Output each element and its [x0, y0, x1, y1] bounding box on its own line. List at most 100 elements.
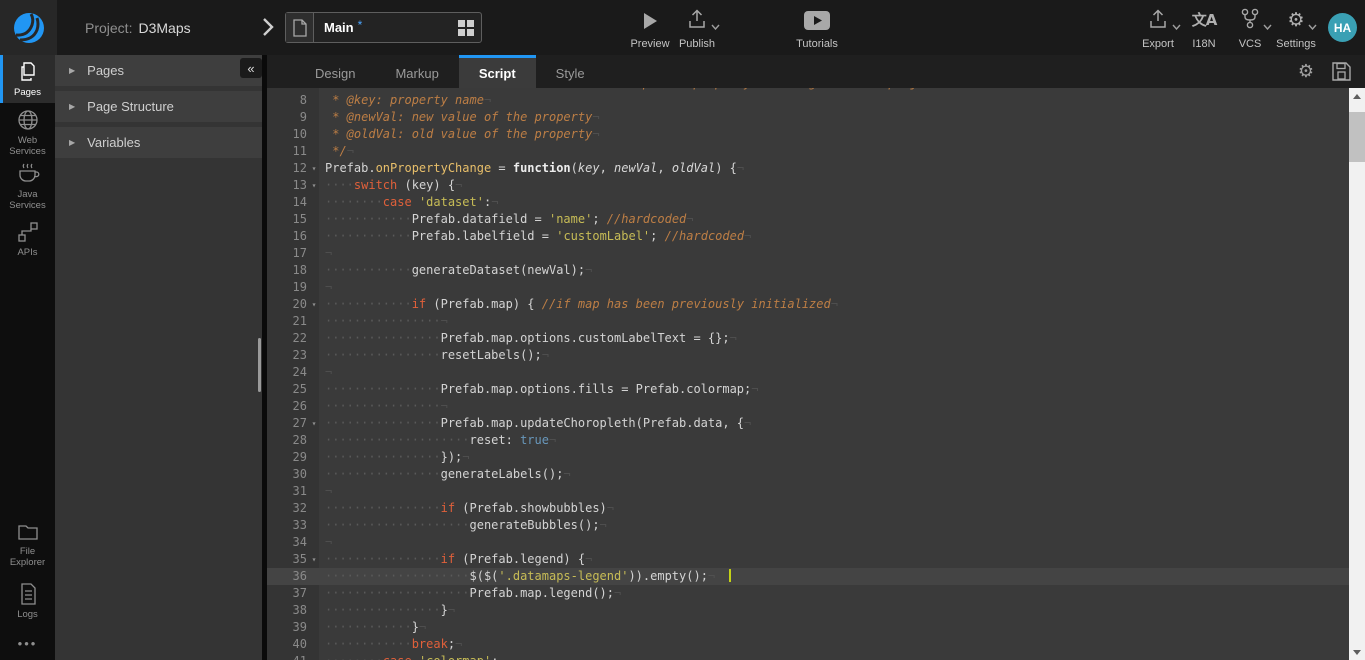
code-line[interactable]: 12▾Prefab.onPropertyChange = function(ke…	[267, 160, 1349, 177]
sidebar-spacer	[0, 263, 55, 518]
sidebar-item-pages[interactable]: Pages	[0, 55, 55, 103]
code-line[interactable]: 16············Prefab.labelfield = 'custo…	[267, 228, 1349, 245]
vcs-button[interactable]: VCS	[1228, 8, 1272, 50]
tab-design[interactable]: Design	[295, 55, 375, 88]
project-breadcrumb: Project: D3Maps	[85, 0, 191, 55]
editor-scrollbar[interactable]	[1349, 88, 1365, 660]
code-line[interactable]: 26················¬	[267, 398, 1349, 415]
code-line[interactable]: 20▾············if (Prefab.map) { //if ma…	[267, 296, 1349, 313]
code-line[interactable]: 10 * @oldVal: old value of the property¬	[267, 126, 1349, 143]
tab-script[interactable]: Script	[459, 55, 536, 88]
code-line[interactable]: 35▾················if (Prefab.legend) {¬	[267, 551, 1349, 568]
folder-icon	[17, 522, 39, 542]
code-line[interactable]: 17¬	[267, 245, 1349, 262]
scroll-up-arrow[interactable]	[1349, 88, 1365, 104]
left-sidebar: Pages Web Services Java Services APIs Fi…	[0, 55, 55, 660]
coffee-icon	[16, 163, 40, 185]
editor-settings-gear-icon[interactable]: ⚙	[1298, 62, 1314, 82]
code-line[interactable]: 40············break;¬	[267, 636, 1349, 653]
file-icon	[286, 13, 314, 42]
code-line[interactable]: 27▾················Prefab.map.updateChor…	[267, 415, 1349, 432]
code-line[interactable]: 29················});¬	[267, 449, 1349, 466]
editor-tab-bar: Design Markup Script Style ⚙	[267, 55, 1365, 88]
export-button[interactable]: Export	[1130, 8, 1186, 50]
sidebar-item-java-services[interactable]: Java Services	[0, 161, 55, 213]
log-file-icon	[18, 583, 38, 605]
code-line[interactable]: 41········case 'colormap':¬	[267, 653, 1349, 660]
chevron-down-icon	[711, 24, 720, 30]
code-line[interactable]: 21················¬	[267, 313, 1349, 330]
code-line[interactable]: 9 * @newVal: new value of the property¬	[267, 109, 1349, 126]
project-label: Project:	[85, 20, 132, 36]
gear-icon: ⚙	[1287, 8, 1304, 30]
translate-icon: 文A	[1192, 8, 1217, 30]
accordion-pages[interactable]: ▶ Pages «	[55, 55, 262, 86]
sidebar-item-file-explorer[interactable]: File Explorer	[0, 518, 55, 572]
code-line[interactable]: 11 */¬	[267, 143, 1349, 160]
accordion-page-structure[interactable]: ▶ Page Structure	[55, 91, 262, 122]
save-icon[interactable]	[1332, 62, 1351, 81]
tutorials-button[interactable]: Tutorials	[785, 8, 849, 50]
more-options-button[interactable]: •••	[0, 626, 55, 660]
code-line[interactable]: 22················Prefab.map.options.cus…	[267, 330, 1349, 347]
youtube-icon	[804, 8, 830, 30]
i18n-button[interactable]: 文A I18N	[1182, 8, 1226, 50]
code-line[interactable]: 33····················generateBubbles();…	[267, 517, 1349, 534]
code-line[interactable]: 30················generateLabels();¬	[267, 466, 1349, 483]
text-cursor	[729, 569, 731, 582]
user-avatar[interactable]: HA	[1328, 13, 1357, 42]
publish-icon	[686, 8, 708, 30]
chevron-down-icon	[1172, 24, 1181, 30]
settings-button[interactable]: ⚙ Settings	[1268, 8, 1324, 50]
editor-scrollbar-thumb[interactable]	[1349, 112, 1365, 162]
triangle-right-icon: ▶	[69, 66, 75, 75]
code-lines: 7 * This function will be invoked whenev…	[267, 88, 1349, 660]
code-editor[interactable]: 7 * This function will be invoked whenev…	[267, 88, 1349, 660]
top-bar: Project: D3Maps Main * Preview Publish T…	[0, 0, 1365, 55]
left-panel: ▶ Pages « ▶ Page Structure ▶ Variables	[55, 55, 262, 660]
code-line[interactable]: 36····················$($('.datamaps-leg…	[267, 568, 1349, 585]
tab-style[interactable]: Style	[536, 55, 605, 88]
publish-button[interactable]: Publish	[668, 8, 726, 50]
code-line[interactable]: 19¬	[267, 279, 1349, 296]
layout-grid-icon[interactable]	[458, 20, 474, 36]
code-line[interactable]: 23················resetLabels();¬	[267, 347, 1349, 364]
triangle-right-icon: ▶	[69, 102, 75, 111]
page-tab-main[interactable]: Main *	[285, 12, 482, 43]
panel-scrollbar-thumb[interactable]	[258, 338, 261, 392]
code-line[interactable]: 25················Prefab.map.options.fil…	[267, 381, 1349, 398]
app-logo[interactable]	[0, 0, 57, 55]
unsaved-indicator: *	[358, 18, 363, 32]
chevron-right-icon	[262, 17, 274, 37]
sidebar-item-logs[interactable]: Logs	[0, 576, 55, 626]
code-line[interactable]: 28····················reset: true¬	[267, 432, 1349, 449]
code-line[interactable]: 24¬	[267, 364, 1349, 381]
tab-markup[interactable]: Markup	[375, 55, 458, 88]
export-icon	[1147, 8, 1169, 30]
code-line[interactable]: 31¬	[267, 483, 1349, 500]
sidebar-item-web-services[interactable]: Web Services	[0, 107, 55, 159]
triangle-right-icon: ▶	[69, 138, 75, 147]
code-line[interactable]: 18············generateDataset(newVal);¬	[267, 262, 1349, 279]
code-line[interactable]: 34¬	[267, 534, 1349, 551]
code-line[interactable]: 13▾····switch (key) {¬	[267, 177, 1349, 194]
code-line[interactable]: 39············}¬	[267, 619, 1349, 636]
api-icon	[17, 221, 39, 243]
collapse-panel-button[interactable]: «	[240, 58, 262, 78]
accordion-variables[interactable]: ▶ Variables	[55, 127, 262, 158]
code-line[interactable]: 38················}¬	[267, 602, 1349, 619]
code-line[interactable]: 37····················Prefab.map.legend(…	[267, 585, 1349, 602]
code-line[interactable]: 14········case 'dataset':¬	[267, 194, 1349, 211]
code-line[interactable]: 32················if (Prefab.showbubbles…	[267, 500, 1349, 517]
code-line[interactable]: 8 * @key: property name¬	[267, 92, 1349, 109]
code-line[interactable]: 15············Prefab.datafield = 'name';…	[267, 211, 1349, 228]
globe-icon	[17, 109, 39, 131]
wavemaker-logo-icon	[11, 10, 47, 46]
chevron-down-icon	[1308, 24, 1317, 30]
scroll-down-arrow[interactable]	[1349, 644, 1365, 660]
pages-icon	[17, 61, 39, 83]
sidebar-item-apis[interactable]: APIs	[0, 215, 55, 263]
git-branch-icon	[1240, 8, 1260, 30]
page-tab-name: Main	[324, 20, 354, 35]
project-name: D3Maps	[138, 20, 190, 36]
